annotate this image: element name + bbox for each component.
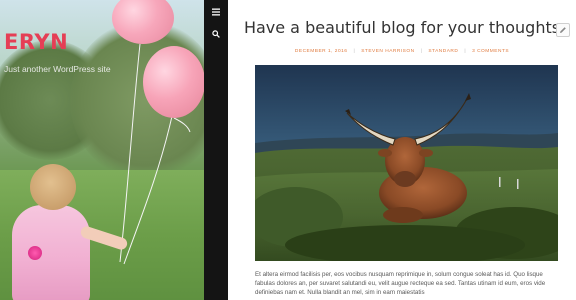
menu-button[interactable]: [204, 2, 228, 22]
hero-photo: ERYN Just another WordPress site: [0, 0, 204, 300]
post-content: Have a beautiful blog for your thoughts …: [228, 0, 576, 300]
post-excerpt: Et altera eirmod facilisis per, eos voci…: [255, 271, 546, 297]
post-date-link[interactable]: December 1, 2016: [295, 49, 348, 54]
flower-decoration: [28, 246, 42, 260]
search-button[interactable]: [204, 24, 228, 44]
child-dress: [12, 205, 90, 300]
meta-separator: |: [464, 49, 467, 54]
meta-separator: |: [420, 49, 423, 54]
highland-cow-image: [255, 65, 558, 261]
side-toolbar: [204, 0, 228, 300]
hamburger-menu-icon: [212, 8, 220, 16]
search-icon: [212, 30, 220, 38]
post-format-link[interactable]: Standard: [428, 49, 458, 54]
featured-image[interactable]: [255, 65, 558, 261]
meta-separator: |: [353, 49, 356, 54]
edit-button[interactable]: [556, 23, 570, 37]
post-comments-link[interactable]: 3 Comments: [472, 49, 509, 54]
child-head: [30, 164, 76, 210]
pencil-edit-icon: [560, 27, 566, 33]
pink-balloon: [143, 46, 204, 118]
post-author-link[interactable]: Steven Harrison: [361, 49, 414, 54]
site-title[interactable]: ERYN: [4, 30, 68, 54]
post-meta: December 1, 2016 | Steven Harrison | Standar…: [228, 49, 576, 54]
post-title[interactable]: Have a beautiful blog for your thoughts: [228, 18, 576, 37]
site-tagline: Just another WordPress site: [4, 64, 111, 74]
